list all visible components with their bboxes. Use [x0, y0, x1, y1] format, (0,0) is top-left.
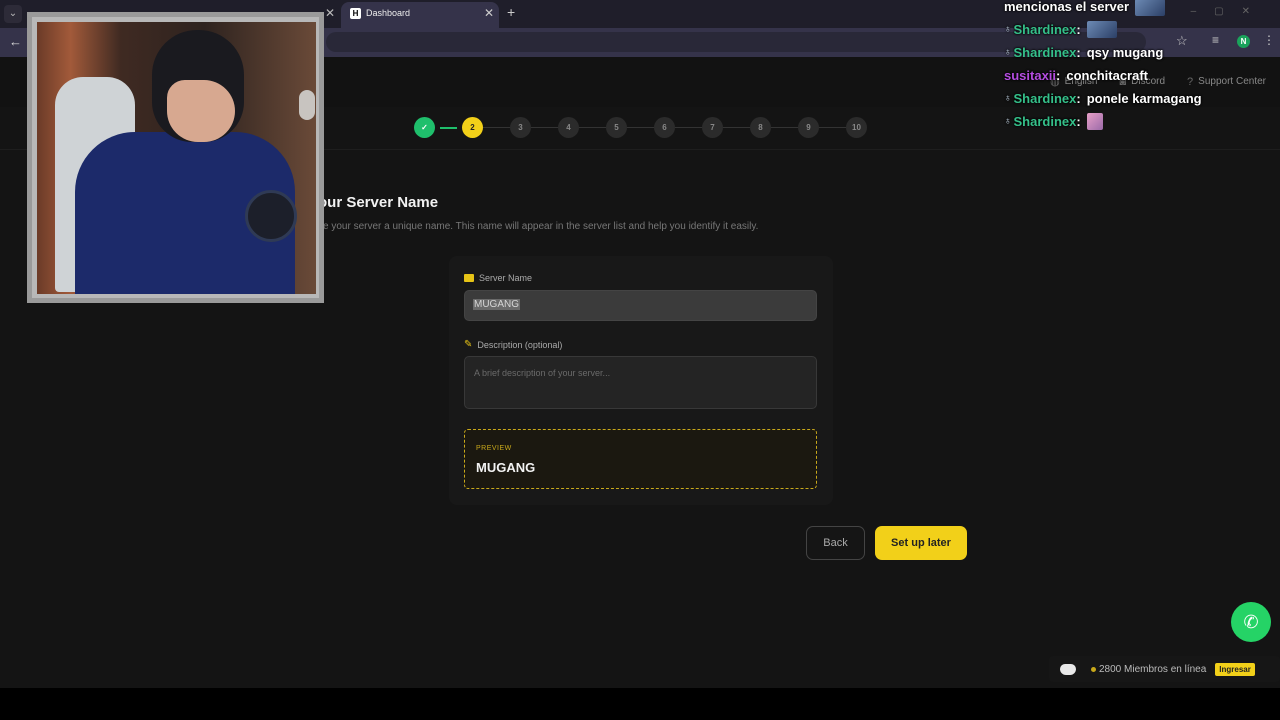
server-name-input[interactable]: MUGANG: [464, 290, 817, 321]
join-discord-button[interactable]: Ingresar: [1215, 662, 1255, 676]
back-arrow-icon[interactable]: ←: [9, 34, 22, 49]
step-connector: [531, 127, 558, 128]
chat-message-text: mencionas el server: [1004, 0, 1274, 18]
server-icon: [464, 274, 474, 282]
step-connector: [819, 127, 846, 128]
preview-value: MUGANG: [476, 460, 536, 475]
site-favicon-icon: H: [350, 8, 361, 19]
step-connector: [579, 127, 606, 128]
chat-badge-icon: ♁: [1004, 116, 1012, 127]
close-tab-icon[interactable]: ✕: [325, 6, 335, 20]
step-connector: [483, 127, 510, 128]
chat-message: susitaxii: conchitacraft: [1004, 64, 1274, 87]
chat-username: Shardinex: [1013, 114, 1077, 129]
chat-badge-icon: ♁: [1004, 93, 1012, 104]
name-preview-box: PREVIEW MUGANG: [464, 429, 817, 489]
step-connector: [723, 127, 750, 128]
step-10: 10: [846, 117, 867, 138]
step-2: 2: [462, 117, 483, 138]
back-button[interactable]: Back: [806, 526, 865, 560]
server-name-card: Server Name MUGANG ✎ Description (option…: [449, 256, 833, 505]
server-name-label: Server Name: [464, 273, 532, 283]
chat-emote: [1135, 0, 1166, 17]
page-title: our Server Name: [318, 194, 439, 211]
chat-emote: [1086, 21, 1117, 38]
tab-search-chevron-icon[interactable]: ⌄: [4, 5, 22, 23]
streamer-face: [167, 80, 235, 142]
screen: ⌄ ✕ H Dashboard ✕ + –▢✕ ← ☆ ≡ N ⋮ ◍ Engl…: [0, 0, 1280, 688]
step-9: 9: [798, 117, 819, 138]
whatsapp-icon[interactable]: ✆: [1231, 602, 1271, 642]
chat-username: susitaxii: [1004, 68, 1057, 83]
step-connector: [771, 127, 798, 128]
webcam-feed: [37, 22, 316, 294]
page-subtitle: ve your server a unique name. This name …: [318, 221, 759, 232]
step-7: 7: [702, 117, 723, 138]
new-tab-icon[interactable]: +: [507, 4, 515, 20]
description-textarea[interactable]: A brief description of your server...: [464, 356, 817, 409]
tab-dashboard[interactable]: H Dashboard ✕: [341, 2, 499, 28]
microphone: [245, 190, 297, 242]
webcam-overlay: [27, 12, 324, 303]
chat-badge-icon: ♁: [1004, 24, 1012, 35]
server-name-value: MUGANG: [473, 299, 520, 310]
setup-stepper: ✓ 2 3 4 5 6 7 8 9 10: [414, 117, 867, 138]
step-1: ✓: [414, 117, 435, 138]
chat-message-text: qsy mugang: [1086, 45, 1164, 60]
step-4: 4: [558, 117, 579, 138]
discord-widget: 2800 Miembros en línea Ingresar: [1049, 656, 1280, 682]
step-connector: [675, 127, 702, 128]
chat-message-text: ponele karmagang: [1086, 91, 1202, 106]
chat-message: ♁ Shardinex: ponele karmagang: [1004, 87, 1274, 110]
wall-mask: [299, 90, 315, 120]
tab-title: Dashboard: [366, 8, 411, 18]
description-label: ✎ Description (optional): [464, 339, 562, 350]
step-connector: [627, 127, 654, 128]
chat-username: Shardinex: [1013, 45, 1077, 60]
step-6: 6: [654, 117, 675, 138]
chat-emote: [1086, 113, 1103, 130]
description-label-text: Description (optional): [477, 339, 563, 350]
edit-icon: ✎: [464, 339, 473, 350]
letterbox-bar: [0, 688, 1280, 720]
chat-message: ♁ Shardinex: qsy mugang: [1004, 41, 1274, 64]
close-tab-icon[interactable]: ✕: [484, 6, 494, 20]
step-5: 5: [606, 117, 627, 138]
description-placeholder: A brief description of your server...: [474, 368, 611, 378]
step-8: 8: [750, 117, 771, 138]
step-3: 3: [510, 117, 531, 138]
chat-username: Shardinex: [1013, 22, 1077, 37]
chat-username: Shardinex: [1013, 91, 1077, 106]
chat-badge-icon: ♁: [1004, 47, 1012, 58]
preview-label: PREVIEW: [476, 445, 512, 452]
discord-icon: [1060, 663, 1076, 675]
chat-message: ♁ Shardinex:: [1004, 18, 1274, 41]
server-name-label-text: Server Name: [479, 273, 533, 283]
step-connector: [440, 126, 457, 129]
setup-later-button[interactable]: Set up later: [875, 526, 967, 560]
members-online-text: 2800 Miembros en línea: [1099, 663, 1207, 675]
stream-chat-overlay: mencionas el server ♁ Shardinex: ♁ Shard…: [1004, 0, 1274, 133]
chat-message-text: conchitacraft: [1066, 68, 1149, 83]
online-status-dot: [1091, 666, 1096, 672]
chat-message: ♁ Shardinex:: [1004, 110, 1274, 133]
